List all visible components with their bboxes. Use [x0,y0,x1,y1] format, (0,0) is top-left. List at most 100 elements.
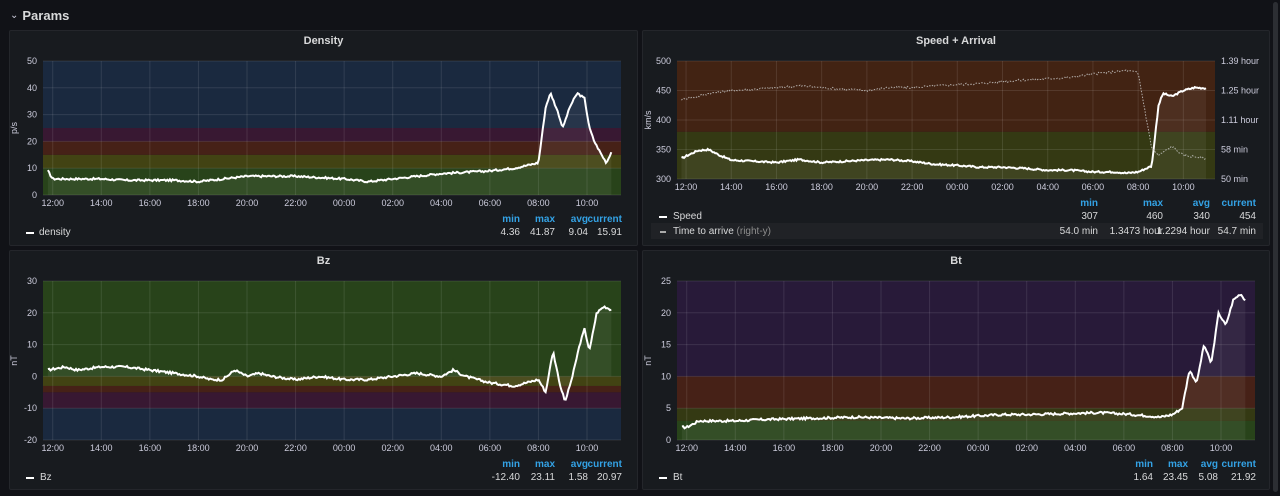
scrollbar-thumb[interactable] [1273,2,1278,492]
x-tick-label: 06:00 [479,443,502,453]
bt-chart[interactable]: 0 5 10 15 20 25 12:00 14:00 16:00 18:00 20:00 22:00… [643,251,1271,491]
y-tick-label: 300 [656,174,671,184]
x-tick-label: 08:00 [1161,443,1184,453]
y-tick-label: 20 [27,308,37,318]
threshold-band [677,376,1255,409]
legend-header-max[interactable]: max [1118,198,1163,209]
x-tick-label: 12:00 [41,198,64,208]
y-tick-label: 20 [661,308,671,318]
legend-header-min[interactable]: min [490,459,520,470]
x-tick-label: 18:00 [187,198,210,208]
y-tick-label: 10 [661,371,671,381]
x-tick-label: 16:00 [139,198,162,208]
x-tick-label: 20:00 [870,443,893,453]
legend-value-current: 454 [1239,211,1256,222]
y-tick-label: 15 [661,340,671,350]
y-tick-label: 450 [656,86,671,96]
x-tick-label: 00:00 [333,443,356,453]
x-tick-label: 08:00 [527,443,550,453]
scrollbar[interactable] [1270,0,1280,496]
legend-value-max: 460 [1146,211,1163,222]
legend-value-current: 20.97 [596,472,622,483]
legend-header-current[interactable]: current [580,459,622,470]
y-tick-label: 10 [27,163,37,173]
x-tick-label: 18:00 [810,182,833,192]
right-axis-tag: (right-y) [736,226,771,237]
legend-header-avg[interactable]: avg [1168,198,1210,209]
bz-chart[interactable]: -20 -10 0 10 20 30 12:00 14:00 16:00 18:00 20:00 22… [10,251,639,491]
legend-series-time-to-arrive[interactable]: Time to arrive (right-y) [673,226,771,237]
y-tick-label: 10 [27,340,37,350]
row-title: Params [22,7,70,23]
threshold-band [677,61,1215,132]
y-tick-label: 40 [27,83,37,93]
y-tick-label: 30 [27,276,37,286]
legend-header-current[interactable]: current [580,214,622,225]
row-header-params[interactable]: ⌄ Params [0,0,1270,30]
legend-series-marker [659,477,667,479]
threshold-band [677,281,1255,377]
x-tick-label: 14:00 [724,443,747,453]
legend-header-min[interactable]: min [1123,459,1153,470]
threshold-band [43,281,621,377]
x-tick-label: 08:00 [527,198,550,208]
x-tick-label: 10:00 [1172,182,1195,192]
x-tick-label: 02:00 [1015,443,1038,453]
x-tick-label: 06:00 [1082,182,1105,192]
threshold-band [43,385,621,393]
legend-series-speed[interactable]: Speed [673,211,702,222]
x-tick-label: 22:00 [284,443,307,453]
x-tick-label: 08:00 [1127,182,1150,192]
y-tick-label: 5 [666,403,671,413]
x-tick-label: 14:00 [90,443,113,453]
legend-series-marker [660,231,666,233]
y-tick-label: 20 [27,136,37,146]
x-tick-label: 16:00 [765,182,788,192]
legend-value-avg: 340 [1193,211,1210,222]
legend-header-max[interactable]: max [525,214,555,225]
x-tick-label: 16:00 [139,443,162,453]
x-tick-label: 16:00 [773,443,796,453]
threshold-band [43,392,621,409]
x-tick-label: 04:00 [430,198,453,208]
legend-value-max: 23.45 [1162,472,1188,483]
x-tick-label: 04:00 [1064,443,1087,453]
x-tick-label: 04:00 [430,443,453,453]
y-tick-label: 30 [27,110,37,120]
threshold-band [43,408,621,440]
y-axis-label: nT [643,355,653,366]
density-panel[interactable]: Density 0 10 20 30 40 50 12:00 14:00 16:00 18:00 2… [9,30,638,246]
y-tick-label: 25 [661,276,671,286]
y2-tick-label: 50 min [1221,174,1248,184]
x-tick-label: 10:00 [576,443,599,453]
legend-header-min[interactable]: min [490,214,520,225]
legend-value-current: 54.7 min [1217,226,1256,237]
y-tick-label: 500 [656,56,671,66]
legend-header-current[interactable]: current [1213,459,1256,470]
y2-tick-label: 1.11 hour [1221,115,1258,125]
legend-series-marker [26,232,34,234]
x-tick-label: 22:00 [918,443,941,453]
x-tick-label: 12:00 [675,182,698,192]
y-axis-label: p/s [10,122,19,135]
legend-header-max[interactable]: max [525,459,555,470]
legend-value-current: 15.91 [596,227,622,238]
speed-arrival-panel[interactable]: Speed + Arrival 300 350 400 450 500 12:00 14:0… [642,30,1271,246]
x-tick-label: 18:00 [821,443,844,453]
legend-header-current[interactable]: current [1213,198,1256,209]
y2-tick-label: 1.39 hour [1221,56,1259,66]
bt-panel[interactable]: Bt 0 5 10 15 20 25 12:00 14:00 16:00 18:00 20:00 22… [642,250,1270,490]
chevron-down-icon[interactable]: ⌄ [10,10,18,21]
threshold-band [43,128,621,142]
x-tick-label: 20:00 [236,443,259,453]
legend-header-min[interactable]: min [1058,198,1098,209]
y2-tick-label: 58 min [1221,145,1248,155]
legend-value-min: 307 [1081,211,1098,222]
legend-series-density[interactable]: density [39,227,71,238]
bz-panel[interactable]: Bz -20 -10 0 10 20 30 12:00 14:00 16:00 18:00 20:0… [9,250,638,490]
y-tick-label: 0 [666,435,671,445]
legend-header-max[interactable]: max [1158,459,1188,470]
legend-series-bt[interactable]: Bt [673,472,682,483]
legend-series-bz[interactable]: Bz [40,472,52,483]
threshold-band [43,141,621,155]
